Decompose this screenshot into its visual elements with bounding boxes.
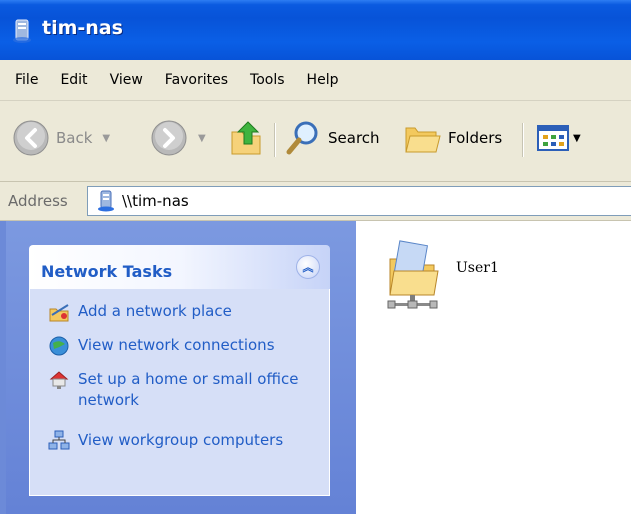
menu-help[interactable]: Help xyxy=(296,72,350,88)
back-button[interactable]: Back ▼ xyxy=(12,115,110,161)
home-network-icon xyxy=(49,371,69,389)
content-pane: User1 xyxy=(356,221,631,514)
forward-button[interactable]: ▼ xyxy=(150,115,206,161)
task-label: View workgroup computers xyxy=(78,431,284,449)
views-icon xyxy=(537,125,569,151)
address-value: \\tim-nas xyxy=(122,192,189,210)
toolbar-separator xyxy=(522,123,524,157)
task-label: Add a network place xyxy=(78,302,232,320)
folders-icon xyxy=(405,127,441,153)
up-folder-button[interactable] xyxy=(228,115,266,161)
network-tasks-panel: Network Tasks ︽ Add a network place View… xyxy=(29,245,330,498)
folders-label: Folders xyxy=(448,129,503,147)
add-network-place-icon xyxy=(49,304,69,322)
task-view-workgroup-computers[interactable]: View workgroup computers xyxy=(48,430,283,452)
toolbar-separator xyxy=(274,123,276,157)
menu-bar: File Edit View Favorites Tools Help xyxy=(0,60,631,101)
network-server-icon xyxy=(13,19,31,43)
shared-folder-item[interactable]: User1 xyxy=(384,237,499,311)
address-input[interactable]: \\tim-nas xyxy=(87,186,631,216)
menu-file[interactable]: File xyxy=(0,72,49,88)
network-connections-icon xyxy=(49,336,69,356)
task-label: View network connections xyxy=(78,336,275,354)
toolbar: Back ▼ ▼ Search Folders ▼ xyxy=(0,101,631,182)
back-arrow-icon xyxy=(13,120,49,156)
up-folder-icon xyxy=(231,121,261,155)
shared-folder-icon xyxy=(387,240,439,309)
menu-favorites[interactable]: Favorites xyxy=(154,72,239,88)
title-bar[interactable]: tim-nas xyxy=(0,0,631,60)
network-tasks-header[interactable]: Network Tasks ︽ xyxy=(29,245,330,289)
network-server-icon xyxy=(98,190,114,212)
shared-folder-label: User1 xyxy=(456,260,499,276)
workgroup-computers-icon xyxy=(48,430,70,450)
views-button[interactable]: ▼ xyxy=(536,115,581,161)
menu-tools[interactable]: Tools xyxy=(239,72,296,88)
collapse-chevron-icon[interactable]: ︽ xyxy=(296,255,320,279)
address-bar: Address \\tim-nas xyxy=(0,182,631,221)
task-pane: Network Tasks ︽ Add a network place View… xyxy=(0,221,356,514)
search-icon xyxy=(286,121,318,155)
forward-arrow-icon xyxy=(151,120,187,156)
window-title: tim-nas xyxy=(42,17,123,39)
menu-view[interactable]: View xyxy=(99,72,154,88)
network-tasks-title: Network Tasks xyxy=(41,262,173,281)
folders-button[interactable]: Folders xyxy=(402,115,502,161)
task-view-network-connections[interactable]: View network connections xyxy=(48,335,275,357)
menu-edit[interactable]: Edit xyxy=(49,72,98,88)
task-setup-home-network[interactable]: Set up a home or small office network xyxy=(48,369,308,411)
task-label: Set up a home or small office network xyxy=(78,370,299,409)
search-label: Search xyxy=(328,129,380,147)
forward-dropdown-icon[interactable]: ▼ xyxy=(198,133,206,144)
back-dropdown-icon[interactable]: ▼ xyxy=(102,133,110,144)
views-dropdown-icon[interactable]: ▼ xyxy=(573,133,581,144)
task-add-network-place[interactable]: Add a network place xyxy=(48,301,232,323)
search-button[interactable]: Search xyxy=(284,115,380,161)
back-label: Back xyxy=(56,129,93,147)
network-tasks-body: Add a network place View network connect… xyxy=(29,289,330,496)
address-label: Address xyxy=(8,192,68,210)
